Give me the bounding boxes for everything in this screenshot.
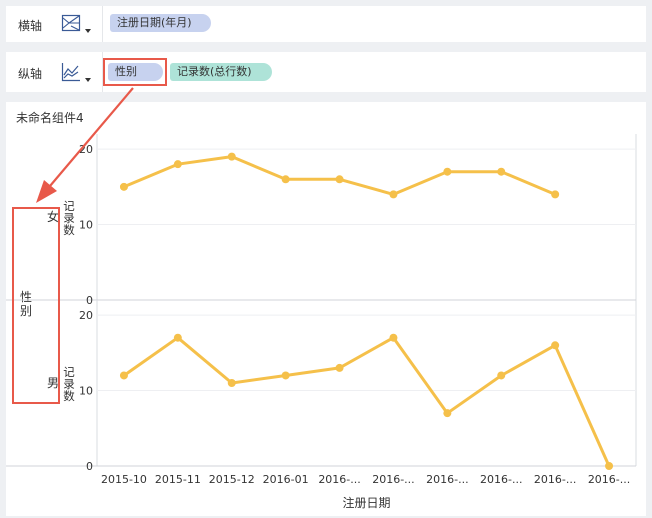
annotation-arrow	[36, 87, 134, 203]
annotation-arrow-head	[36, 180, 57, 203]
annotation-arrow-shaft	[49, 87, 134, 187]
